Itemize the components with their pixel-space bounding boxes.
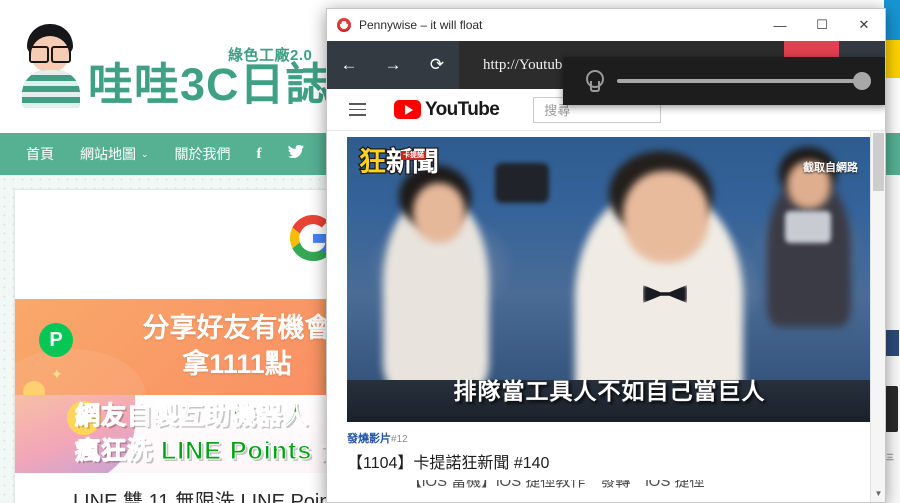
opacity-slider[interactable] xyxy=(617,72,871,90)
brand-title: 哇哇3C日誌 xyxy=(88,58,332,110)
opacity-control-panel[interactable] xyxy=(563,57,885,105)
youtube-logo-text: YouTube xyxy=(425,98,500,120)
video-camera-blur xyxy=(495,163,549,203)
minimize-button[interactable]: — xyxy=(759,9,801,41)
avatar-icon xyxy=(18,22,84,108)
background-right-strip: 三 xyxy=(884,0,900,503)
chevron-down-icon: ⌄ xyxy=(141,148,149,159)
video-meta: 發燒影片#12 【1104】卡提諾狂新聞 #140 xyxy=(347,430,847,473)
hamburger-menu-icon[interactable] xyxy=(349,103,366,116)
channel-tag: 卡提諾 xyxy=(401,151,426,160)
opacity-slider-knob[interactable] xyxy=(853,72,871,90)
nav-item-home[interactable]: 首頁 xyxy=(26,144,54,164)
youtube-play-icon xyxy=(394,100,421,119)
promo-sparkle-icon: ✦ xyxy=(51,366,63,382)
trending-badge-rank: #12 xyxy=(391,434,408,445)
scroll-down-arrow-icon[interactable]: ▼ xyxy=(871,486,885,500)
line-points-badge-icon: P xyxy=(39,323,73,357)
pennywise-popup-window[interactable]: Pennywise – it will float — ☐ ✕ ← → ⟳ ht… xyxy=(326,8,886,503)
lightbulb-icon xyxy=(585,70,604,92)
cut-off-background-row: 【iOS 當機】iOS 捷徑教作 發轉 iOS 捷徑 xyxy=(327,480,872,490)
cut-off-background-text: 【iOS 當機】iOS 捷徑教作 發轉 iOS 捷徑 xyxy=(407,480,705,490)
pennywise-clown-icon xyxy=(337,18,351,32)
channel-logo: 狂 新聞 卡提諾 xyxy=(358,147,441,177)
nav-item-sitemap[interactable]: 網站地圖 ⌄ xyxy=(80,144,149,164)
video-title[interactable]: 【1104】卡提諾狂新聞 #140 xyxy=(347,449,847,473)
window-titlebar[interactable]: Pennywise – it will float — ☐ ✕ xyxy=(327,9,885,41)
youtube-logo[interactable]: YouTube xyxy=(394,98,500,121)
video-camera-blur-2 xyxy=(785,211,831,243)
twitter-icon[interactable] xyxy=(287,144,304,163)
reload-icon[interactable]: ⟳ xyxy=(415,41,459,89)
page-scrollbar[interactable]: ▼ xyxy=(870,131,885,502)
maximize-button[interactable]: ☐ xyxy=(801,9,843,41)
forward-icon[interactable]: → xyxy=(371,41,415,89)
nav-item-about[interactable]: 關於我們 xyxy=(175,144,231,164)
video-watermark: 截取自網路 xyxy=(803,162,858,174)
scrollbar-thumb[interactable] xyxy=(873,133,884,191)
youtube-page-body: 狂 新聞 卡提諾 截取自網路 排隊當工具人不如自己當巨人 發燒影片#12 【11… xyxy=(327,131,885,502)
trending-badge[interactable]: 發燒影片#12 xyxy=(347,430,847,446)
channel-logo-part-1: 狂 xyxy=(358,147,388,177)
site-logo[interactable]: 綠色工廠2.0 哇哇3C日誌 xyxy=(18,22,332,108)
nav-item-home-label: 首頁 xyxy=(26,146,54,162)
video-player[interactable]: 狂 新聞 卡提諾 截取自網路 排隊當工具人不如自己當巨人 xyxy=(347,137,872,422)
back-icon[interactable]: ← xyxy=(327,41,371,89)
video-subtitle: 排隊當工具人不如自己當巨人 xyxy=(453,378,766,404)
window-title: Pennywise – it will float xyxy=(359,18,483,32)
facebook-icon[interactable]: f xyxy=(257,146,262,163)
close-window-button[interactable]: ✕ xyxy=(843,9,885,41)
nav-item-about-label: 關於我們 xyxy=(174,146,231,162)
trending-badge-label: 發燒影片 xyxy=(347,433,391,445)
nav-item-sitemap-label: 網站地圖 xyxy=(80,146,136,162)
right-strip-text: 三 xyxy=(886,453,894,462)
window-controls: — ☐ ✕ xyxy=(759,9,885,41)
